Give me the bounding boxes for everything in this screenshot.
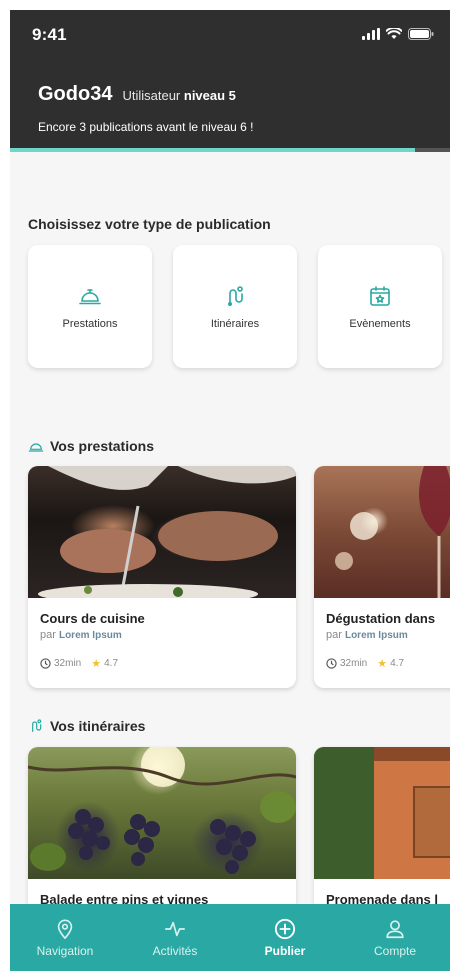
choose-type-title: Choisissez votre type de publication (28, 216, 271, 232)
level-progress-fill (10, 148, 415, 152)
cloche-icon (79, 288, 101, 304)
signal-icon (362, 28, 380, 40)
clock-icon (40, 658, 51, 669)
user-info: Godo34 Utilisateur niveau 5 (38, 83, 236, 106)
cooking-photo (38, 466, 296, 598)
card-author: par Lorem Ipsum (326, 629, 408, 641)
cloche-icon (28, 443, 44, 452)
status-icons (362, 28, 434, 40)
by-label: par (326, 629, 342, 641)
status-bar: 9:41 (10, 10, 450, 60)
route-icon (228, 285, 243, 306)
prestation-card[interactable]: Dégustation dans par Lorem Ipsum 32min ★… (314, 466, 450, 688)
author-name: Lorem Ipsum (58, 630, 122, 641)
publication-types: Prestations Itinéraires Evènements (28, 245, 442, 368)
plus-circle-icon (274, 918, 296, 939)
progress-text: Encore 3 publications avant le niveau 6 … (38, 120, 254, 134)
type-itineraires-button[interactable]: Itinéraires (173, 245, 297, 368)
nav-label: Activités (152, 943, 198, 958)
itineraire-image (314, 747, 450, 879)
type-label: Itinéraires (210, 317, 260, 330)
card-title: Dégustation dans (326, 611, 436, 626)
section-title-text: Vos itinéraires (50, 718, 146, 734)
type-label: Evènements (349, 317, 411, 330)
rating-text: 4.7 (390, 658, 405, 669)
calendar-icon (370, 285, 390, 306)
wifi-icon (386, 28, 402, 39)
prestation-card[interactable]: Cours de cuisine par Lorem Ipsum 32min ★… (28, 466, 296, 688)
card-meta: 32min ★ 4.7 (40, 657, 118, 670)
bottom-nav: Navigation Activités Publier Compte (10, 904, 450, 971)
nav-label: Compte (373, 943, 417, 958)
prestations-section-title: Vos prestations (28, 438, 154, 454)
app-screen: 9:41 Godo34 Utilisateur niveau 5 Encore … (10, 10, 450, 971)
nav-label: Publier (264, 943, 306, 958)
nav-navigation[interactable]: Navigation (20, 918, 110, 958)
nav-publier[interactable]: Publier (240, 918, 330, 958)
level-value: niveau 5 (183, 88, 236, 103)
nav-label: Navigation (36, 943, 94, 958)
type-prestations-button[interactable]: Prestations (28, 245, 152, 368)
battery-icon (408, 28, 434, 40)
clock-icon (326, 658, 337, 669)
itineraires-section-title: Vos itinéraires (28, 718, 145, 734)
duration-text: 32min (340, 658, 368, 669)
card-title: Cours de cuisine (40, 611, 145, 626)
card-author: par Lorem Ipsum (40, 629, 122, 641)
rating-text: 4.7 (104, 658, 119, 669)
rating: ★ 4.7 (91, 657, 118, 670)
card-meta: 32min ★ 4.7 (326, 657, 404, 670)
vineyard-photo (28, 747, 296, 874)
map-pin-icon (57, 918, 73, 939)
wine-photo (335, 466, 450, 598)
star-icon: ★ (91, 658, 102, 670)
user-icon (386, 919, 404, 938)
village-photo (314, 747, 450, 879)
section-title-text: Vos prestations (50, 438, 154, 454)
user-level: Utilisateur niveau 5 (122, 88, 235, 103)
duration: 32min (40, 658, 81, 669)
duration: 32min (326, 658, 367, 669)
nav-activites[interactable]: Activités (130, 918, 220, 958)
route-icon (32, 719, 42, 732)
prestations-list: Cours de cuisine par Lorem Ipsum 32min ★… (28, 466, 450, 688)
itineraire-image (28, 747, 296, 879)
star-icon: ★ (377, 658, 388, 670)
type-label: Prestations (62, 317, 118, 330)
by-label: par (40, 629, 56, 641)
rating: ★ 4.7 (377, 657, 404, 670)
level-prefix: Utilisateur (122, 88, 181, 103)
prestation-image (314, 466, 450, 598)
author-name: Lorem Ipsum (344, 630, 408, 641)
activity-icon (165, 921, 185, 936)
duration-text: 32min (54, 658, 82, 669)
prestation-image (28, 466, 296, 598)
username: Godo34 (38, 83, 113, 105)
header: 9:41 Godo34 Utilisateur niveau 5 Encore … (10, 10, 450, 152)
status-time: 9:41 (32, 25, 67, 44)
type-evenements-button[interactable]: Evènements (318, 245, 442, 368)
nav-compte[interactable]: Compte (350, 918, 440, 958)
level-progress-bar (10, 148, 450, 152)
